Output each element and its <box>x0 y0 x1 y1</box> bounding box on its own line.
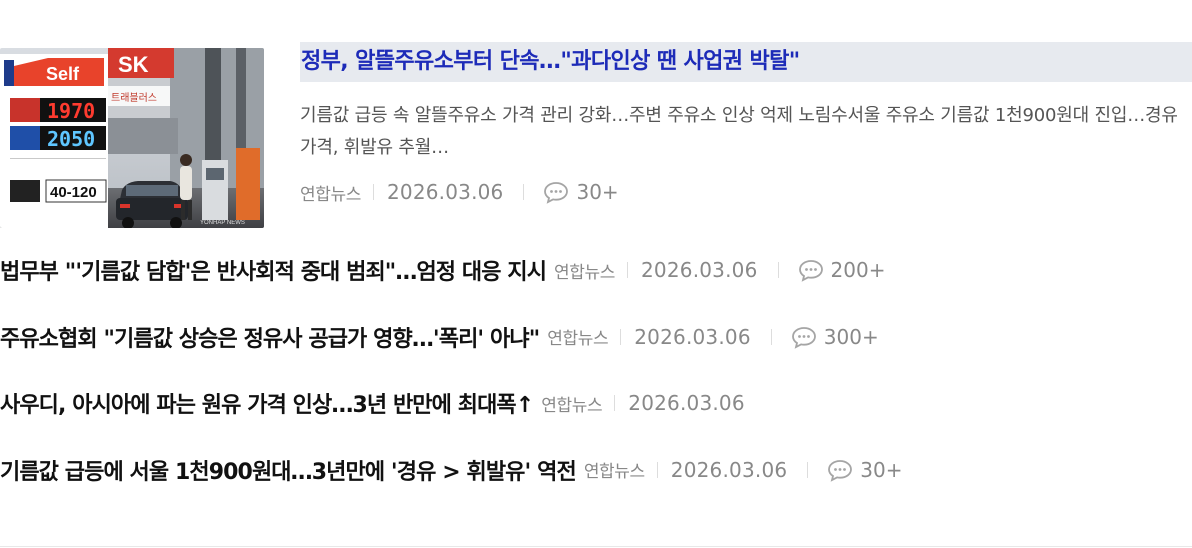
speech-bubble-icon <box>544 182 569 204</box>
headline-link[interactable]: 기름값 급등에 서울 1천900원대…3년만에 '경유 > 휘발유' 역전 <box>0 454 577 486</box>
press-name[interactable]: 연합뉴스 <box>300 180 361 205</box>
list-item: 사우디, 아시아에 파는 원유 가격 인상…3년 반만에 최대폭↑ 연합뉴스 2… <box>0 381 1192 425</box>
comment-count: 30+ <box>860 457 903 482</box>
publish-date: 2026.03.06 <box>628 391 745 415</box>
list-item: 법무부 "'기름값 담합'은 반사회적 중대 범죄"…엄정 대응 지시 연합뉴스… <box>0 248 1192 292</box>
thumb-watermark: YONHAP NEWS <box>200 220 245 226</box>
headline-link[interactable]: 사우디, 아시아에 파는 원유 가격 인상…3년 반만에 최대폭↑ <box>0 387 534 419</box>
publish-date: 2026.03.06 <box>670 457 788 482</box>
featured-meta: 연합뉴스 2026.03.06 30+ <box>300 176 619 208</box>
press-name[interactable]: 연합뉴스 <box>554 258 615 283</box>
comment-count-link[interactable]: 300+ <box>790 325 879 349</box>
thumb-price-other: 40-120 <box>50 184 97 201</box>
featured-thumbnail[interactable]: SK 트래블러스 Self 1970 2050 40-120 YONHAP NE… <box>0 48 264 228</box>
publish-date: 2026.03.06 <box>641 258 758 282</box>
speech-bubble-icon <box>828 459 853 482</box>
meta-divider <box>614 395 616 411</box>
featured-summary[interactable]: 기름값 급등 속 알뜰주유소 가격 관리 강화…주변 주유소 인상 억제 노림수… <box>300 100 1192 164</box>
meta-divider <box>807 461 809 478</box>
list-item: 기름값 급등에 서울 1천900원대…3년만에 '경유 > 휘발유' 역전 연합… <box>0 448 1192 492</box>
featured-title-link[interactable]: 정부, 알뜰주유소부터 단속…"과다인상 땐 사업권 박탈" <box>300 42 1192 82</box>
press-name[interactable]: 연합뉴스 <box>547 324 608 349</box>
meta-divider <box>777 262 779 278</box>
publish-date: 2026.03.06 <box>386 180 504 204</box>
featured-article: SK 트래블러스 Self 1970 2050 40-120 YONHAP NE… <box>0 42 1192 228</box>
press-name[interactable]: 연합뉴스 <box>584 457 645 482</box>
meta-divider <box>523 184 525 200</box>
comment-count: 300+ <box>823 324 879 349</box>
publish-date: 2026.03.06 <box>634 324 751 349</box>
meta-divider <box>656 461 658 478</box>
meta-divider <box>770 328 772 345</box>
related-news-list: 법무부 "'기름값 담합'은 반사회적 중대 범죄"…엄정 대응 지시 연합뉴스… <box>0 248 1192 514</box>
thumb-price-diesel: 2050 <box>47 127 95 151</box>
headline-link[interactable]: 법무부 "'기름값 담합'은 반사회적 중대 범죄"…엄정 대응 지시 <box>0 254 547 286</box>
thumb-brand-left: Self <box>46 64 80 84</box>
comment-count: 30+ <box>576 180 619 204</box>
speech-bubble-icon <box>791 326 816 349</box>
meta-divider <box>627 262 628 278</box>
comment-count-link[interactable]: 30+ <box>826 457 903 482</box>
press-name[interactable]: 연합뉴스 <box>541 391 602 416</box>
thumb-price-gasoline: 1970 <box>47 99 95 123</box>
comment-count: 200+ <box>830 258 886 282</box>
list-item: 주유소협회 "기름값 상승은 정유사 공급가 영향…'폭리' 아냐" 연합뉴스 … <box>0 315 1192 359</box>
thumb-brand-right: SK <box>118 52 149 77</box>
thumb-shop-sign: 트래블러스 <box>111 92 157 104</box>
section-divider <box>0 546 1192 547</box>
comment-count-link[interactable]: 200+ <box>797 258 886 282</box>
meta-divider <box>372 184 374 200</box>
headline-link[interactable]: 주유소협회 "기름값 상승은 정유사 공급가 영향…'폭리' 아냐" <box>0 321 540 353</box>
speech-bubble-icon <box>798 260 823 282</box>
meta-divider <box>620 328 622 345</box>
comment-count-link[interactable]: 30+ <box>542 180 619 204</box>
